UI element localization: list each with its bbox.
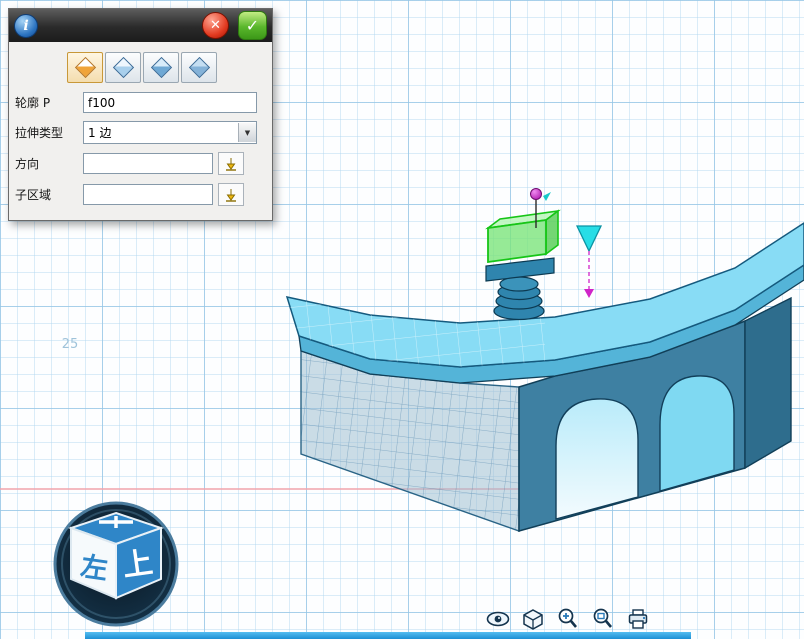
direction-cone-icon[interactable]: [577, 226, 601, 251]
pin-teal-flag-icon: [543, 192, 551, 201]
display-mode-cube-icon[interactable]: [521, 606, 545, 632]
subregion-pick-button[interactable]: [218, 183, 244, 206]
extrude-diamond-variant-2-icon: [112, 57, 133, 78]
subregion-row: 子区域: [15, 183, 266, 206]
extrude-options-toolbar: [67, 52, 272, 83]
zoom-window-icon[interactable]: [591, 606, 615, 632]
extrusion-preview-highlight[interactable]: [488, 211, 558, 262]
extrude-option-4-button[interactable]: [181, 52, 217, 83]
direction-label: 方向: [15, 155, 83, 172]
viewport-status-toolbar: [486, 606, 650, 632]
direction-drag-handle[interactable]: [577, 226, 601, 298]
pick-arrow-icon: [224, 188, 238, 202]
extrude-diamond-variant-3-icon: [150, 57, 171, 78]
extrude-diamond-variant-4-icon: [188, 57, 209, 78]
lower-window-edge: [85, 632, 691, 639]
extrude-option-3-button[interactable]: [143, 52, 179, 83]
direction-arrowhead-icon: [584, 289, 594, 298]
direction-pick-button[interactable]: [218, 152, 244, 175]
model-arch-opening-1[interactable]: [556, 399, 638, 519]
info-icon[interactable]: i: [14, 14, 38, 38]
cad-application-window: 25: [0, 0, 804, 639]
extrude-option-1-button[interactable]: [67, 52, 103, 83]
dialog-titlebar[interactable]: i ✕ ✓: [9, 9, 272, 42]
subregion-input[interactable]: [83, 184, 213, 205]
extrude-solid-diamond-icon: [74, 57, 95, 78]
dropdown-arrow-icon[interactable]: ▼: [238, 123, 256, 142]
view-cube-left-label: 左: [79, 551, 110, 585]
direction-input[interactable]: [83, 153, 213, 174]
direction-row: 方向: [15, 152, 266, 175]
subregion-label: 子区域: [15, 186, 83, 203]
pick-arrow-icon: [224, 157, 238, 171]
profile-row: 轮廓 P: [15, 92, 266, 113]
zoom-in-icon[interactable]: [556, 606, 580, 632]
cancel-button[interactable]: ✕: [202, 12, 229, 39]
grid-coordinate-label: 25: [62, 337, 79, 352]
model-boss-feature[interactable]: [486, 258, 554, 320]
view-cube-right-label: 上: [120, 545, 155, 584]
extrude-type-row: 拉伸类型 1 边 ▼: [15, 121, 266, 144]
extrude-type-dropdown[interactable]: 1 边 ▼: [83, 121, 257, 144]
model-arch-opening-2[interactable]: [660, 376, 734, 491]
eye-visibility-icon[interactable]: [486, 606, 510, 632]
model-right-end-face[interactable]: [745, 298, 791, 468]
view-cube-widget[interactable]: 左 上: [55, 503, 177, 625]
confirm-button[interactable]: ✓: [238, 11, 267, 40]
extrude-option-2-button[interactable]: [105, 52, 141, 83]
extrude-type-value: 1 边: [84, 124, 238, 141]
extrude-feature-dialog: i ✕ ✓ 轮廓 P 拉伸类型 1 边: [8, 8, 273, 221]
profile-label: 轮廓 P: [15, 94, 83, 111]
extrude-type-label: 拉伸类型: [15, 124, 83, 141]
bridge-model[interactable]: [287, 189, 804, 532]
print-icon[interactable]: [626, 606, 650, 632]
profile-input[interactable]: [83, 92, 257, 113]
